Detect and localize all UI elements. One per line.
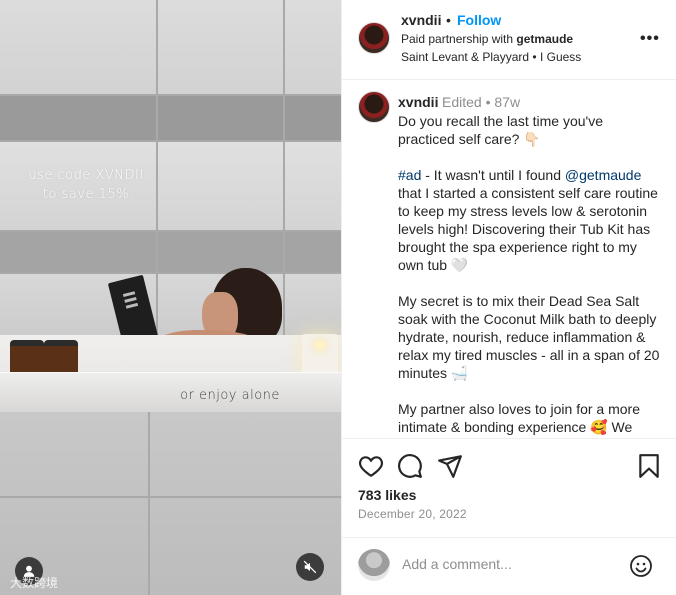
emoji-icon[interactable] xyxy=(629,554,653,578)
share-icon[interactable] xyxy=(437,453,463,479)
separator-dot: • xyxy=(446,12,451,28)
comment-bar xyxy=(342,537,676,595)
comment-input[interactable] xyxy=(402,556,622,572)
mention-link[interactable]: @getmaude xyxy=(565,167,641,183)
muted-speaker-icon xyxy=(303,560,317,574)
tile-seam xyxy=(148,412,150,595)
caption-text: Do you recall the last time you've pract… xyxy=(398,112,660,437)
tile-seam xyxy=(0,496,341,498)
caption-author-avatar[interactable] xyxy=(358,91,390,123)
heart-icon[interactable] xyxy=(358,453,384,479)
tile-band xyxy=(0,96,341,142)
author-username[interactable]: xvndii xyxy=(401,12,441,28)
tile-band xyxy=(0,232,341,274)
tile-band xyxy=(0,274,341,340)
post-actions: 783 likes December 20, 2022 xyxy=(342,438,676,548)
watermark: 大数跨境 xyxy=(10,576,59,590)
overlay-alone-text: or enjoy alone xyxy=(180,388,280,403)
caption-paragraph: My partner also loves to join for a more… xyxy=(398,401,644,435)
caption-meta: Edited • 87w xyxy=(442,94,521,110)
caption-paragraph: My secret is to mix their Dead Sea Salt … xyxy=(398,293,664,381)
follow-button[interactable]: Follow xyxy=(457,12,501,28)
partnership-prefix: Paid partnership with xyxy=(401,32,517,46)
floor-tiles xyxy=(0,412,341,595)
caption-username[interactable]: xvndii xyxy=(398,94,438,110)
caption-paragraph: Do you recall the last time you've pract… xyxy=(398,113,607,147)
save-bookmark-icon[interactable] xyxy=(636,453,662,479)
caption-fragment: - It wasn't until I found xyxy=(421,167,565,183)
likes-count[interactable]: 783 likes xyxy=(358,487,416,503)
post-media[interactable]: use code XVNDII to save 15% or enjoy alo… xyxy=(0,0,341,595)
viewer-avatar xyxy=(358,549,390,581)
overlay-promo-line: use code XVNDII xyxy=(28,168,144,183)
post-header: xvndii • Follow Paid partnership with ge… xyxy=(342,0,676,80)
overlay-promo-line: to save 15% xyxy=(42,187,130,202)
tile-band xyxy=(0,0,341,96)
author-avatar[interactable] xyxy=(358,22,390,54)
caption-scroll-area[interactable]: xvndii Edited • 87w Do you recall the la… xyxy=(342,81,676,437)
overlay-promo-text: use code XVNDII to save 15% xyxy=(18,166,154,204)
caption-paragraph: #ad - It wasn't until I found @getmaude … xyxy=(398,166,660,274)
paid-partnership-label: Paid partnership with getmaude xyxy=(401,32,573,46)
audio-track-link[interactable]: Saint Levant & Playyard • I Guess xyxy=(401,50,581,64)
mute-toggle-button[interactable] xyxy=(296,553,324,581)
hashtag-link[interactable]: #ad xyxy=(398,167,421,183)
tile-seam xyxy=(156,0,158,340)
post-date: December 20, 2022 xyxy=(358,507,467,521)
more-options-icon[interactable]: ••• xyxy=(640,30,660,48)
partner-link[interactable]: getmaude xyxy=(516,32,573,46)
tile-seam xyxy=(283,0,285,340)
comment-icon[interactable] xyxy=(397,453,423,479)
post-details-panel: xvndii • Follow Paid partnership with ge… xyxy=(341,0,676,595)
